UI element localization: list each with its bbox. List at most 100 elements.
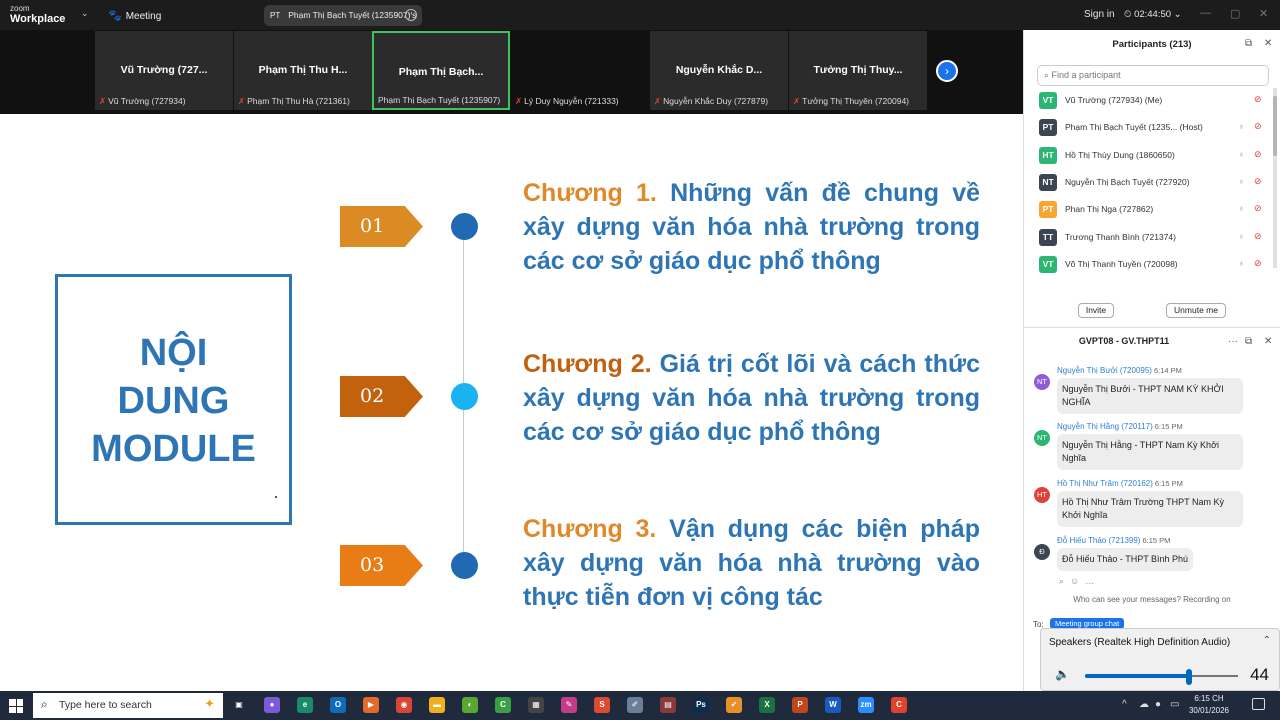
photoshop-icon[interactable]: Ps	[693, 697, 709, 713]
powerpoint-icon[interactable]: P	[792, 697, 808, 713]
more-icon[interactable]: …	[1085, 576, 1100, 586]
close-icon[interactable]: ✕	[1259, 7, 1268, 20]
video-tile[interactable]: Phạm Thị Bạch... Phạm Thị Bạch Tuyết (123…	[372, 31, 510, 110]
speaker-icon[interactable]: 🔈	[1055, 667, 1070, 681]
next-page-button[interactable]: ›	[936, 60, 958, 82]
video-tile[interactable]: Vũ Trường (727... ✗ Vũ Trường (727934)	[95, 31, 233, 110]
participant-row[interactable]: NT Nguyễn Thị Bạch Tuyết (727920) ♁ ⊘	[1037, 173, 1277, 193]
popout-icon[interactable]: ⧉	[1245, 38, 1252, 49]
file-explorer-icon[interactable]: ▬	[429, 697, 445, 713]
volume-thumb[interactable]	[1186, 669, 1193, 685]
scrollbar-thumb[interactable]	[1273, 96, 1277, 156]
cloud-icon[interactable]: ☁	[1139, 699, 1149, 710]
invite-button[interactable]: Invite	[1078, 303, 1114, 318]
video-tile[interactable]: Phạm Thị Thu H... ✗ Phạm Thị Thu Hà (72136…	[234, 31, 372, 110]
participants-title: Participants (213)	[1112, 39, 1192, 50]
maximize-icon[interactable]: ▢	[1230, 7, 1240, 20]
microphone-icon[interactable]: ♁	[1238, 149, 1245, 159]
speaker-device-label[interactable]: Speakers (Realtek High Definition Audio)	[1049, 637, 1230, 648]
media-player-icon[interactable]: ▶	[363, 697, 379, 713]
notification-icon[interactable]	[1252, 698, 1265, 710]
volume-slider[interactable]	[1085, 669, 1238, 685]
sender-name[interactable]: Hồ Thị Như Trâm (720162)	[1057, 479, 1153, 488]
chevron-up-icon[interactable]: ⌃	[1263, 635, 1271, 646]
tile-name-label: Phạm Thị Bạch Tuyết (1235907)	[378, 95, 500, 105]
close-icon[interactable]: ✕	[1264, 336, 1272, 347]
message-actions[interactable]: ⌕☺…	[1059, 576, 1100, 587]
chevron-up-icon[interactable]: ^	[1122, 699, 1127, 710]
word-icon[interactable]: W	[825, 697, 841, 713]
sender-name[interactable]: Nguyễn Thị Bưởi (720095)	[1057, 366, 1152, 375]
video-off-icon[interactable]: ⊘	[1254, 176, 1262, 187]
video-off-icon[interactable]: ⊘	[1254, 203, 1262, 214]
taskbar-search-input[interactable]: ⌕ Type here to search ✦	[33, 693, 223, 718]
participant-row[interactable]: PT Phạm Thị Bạch Tuyết (1235... (Host) ♁ ⊘	[1037, 118, 1277, 138]
windows-start-icon[interactable]	[9, 699, 23, 713]
video-tile[interactable]: Tưởng Thị Thuy... ✗ Tưởng Thị Thuyên (7200…	[789, 31, 927, 110]
edge-icon[interactable]: e	[297, 697, 313, 713]
sticky-notes-icon[interactable]: ✔	[726, 697, 742, 713]
greenshot-icon[interactable]: ◐	[462, 697, 478, 713]
search-placeholder: Find a participant	[1051, 70, 1121, 80]
microphone-icon[interactable]: ♁	[1238, 203, 1245, 213]
video-off-icon[interactable]: ⊘	[1254, 258, 1262, 269]
muted-mic-icon[interactable]: ⊘	[1254, 94, 1262, 105]
calculator-icon[interactable]: ▦	[528, 697, 544, 713]
camtasia-red-icon[interactable]: C	[891, 697, 907, 713]
camtasia-icon[interactable]: C	[495, 697, 511, 713]
outlook-icon[interactable]: O	[330, 697, 346, 713]
microphone-icon[interactable]: ♁	[1238, 121, 1245, 131]
reply-icon[interactable]: ⌕	[1059, 576, 1070, 586]
participants-scrollbar[interactable]	[1273, 88, 1277, 268]
excel-icon[interactable]: X	[759, 697, 775, 713]
copilot-icon[interactable]: ●	[264, 697, 280, 713]
avatar: NT	[1039, 173, 1057, 191]
sign-in-link[interactable]: Sign in	[1084, 9, 1115, 20]
participant-search-input[interactable]: ⌕ Find a participant	[1037, 65, 1269, 86]
clock-date: 30/01/2026	[1188, 706, 1230, 715]
more-icon[interactable]: ···	[405, 9, 417, 21]
zoom-logo[interactable]: zoom Workplace	[10, 3, 65, 25]
video-tile[interactable]: Nguyễn Khắc D... ✗ Nguyễn Khắc Duy (727879…	[650, 31, 788, 110]
participant-row[interactable]: HT Hồ Thị Thùy Dung (1860650) ♁ ⊘	[1037, 146, 1277, 166]
avatar: PT	[1039, 201, 1057, 219]
video-off-icon[interactable]: ⊘	[1254, 121, 1262, 132]
paint-icon[interactable]: ✎	[561, 697, 577, 713]
meeting-timer[interactable]: ⏲ 02:44:50 ⌄	[1124, 9, 1182, 20]
taskbar-search-placeholder: Type here to search	[59, 699, 152, 711]
video-off-icon[interactable]: ⊘	[1254, 231, 1262, 242]
zoom-app-icon[interactable]: zm	[858, 697, 874, 713]
video-off-icon[interactable]: ⊘	[1254, 149, 1262, 160]
sender-name[interactable]: Nguyễn Thị Hằng (720117)	[1057, 422, 1153, 431]
snagit-icon[interactable]: S	[594, 697, 610, 713]
participant-row[interactable]: VT Vũ Trường (727934) (Me) ⊘	[1037, 91, 1277, 111]
participant-row[interactable]: PT Phan Thị Nga (727862) ♁ ⊘	[1037, 200, 1277, 220]
meeting-menu[interactable]: 🐾 Meeting	[108, 9, 161, 22]
minimize-icon[interactable]: —	[1200, 7, 1211, 19]
task-view-icon[interactable]: ▣	[231, 697, 247, 713]
avatar: TT	[1039, 228, 1057, 246]
microphone-icon[interactable]: ♁	[1238, 176, 1245, 186]
close-icon[interactable]: ✕	[1264, 38, 1272, 49]
emoji-icon[interactable]: ☺	[1070, 576, 1085, 586]
tile-name-label: ✗ Nguyễn Khắc Duy (727879)	[654, 96, 768, 107]
who-can-see-link[interactable]: Who can see your messages? Recording on	[1024, 595, 1280, 604]
sender-name[interactable]: Đỗ Hiếu Thảo (721399)	[1057, 536, 1140, 545]
participant-row[interactable]: VT Võ Thị Thanh Tuyền (720098) ♁ ⊘	[1037, 255, 1277, 275]
unmute-me-button[interactable]: Unmute me	[1166, 303, 1226, 318]
app-icon[interactable]: ▤	[660, 697, 676, 713]
microphone-icon[interactable]: ♁	[1238, 231, 1245, 241]
sharing-indicator[interactable]: PT Phạm Thị Bạch Tuyết (1235907)'s ···	[264, 5, 422, 26]
chrome-icon[interactable]: ◉	[396, 697, 412, 713]
more-icon[interactable]: ···	[1228, 336, 1238, 347]
notepad-icon[interactable]: ✐	[627, 697, 643, 713]
timer-icon: ⏲	[1124, 9, 1135, 20]
video-tile[interactable]: ✗ Lý Duy Nguyễn (721333)	[511, 31, 649, 110]
taskbar-clock[interactable]: 6:15 CH 30/01/2026	[1186, 693, 1232, 717]
participant-row[interactable]: TT Trương Thanh Bình (721374) ♁ ⊘	[1037, 228, 1277, 248]
microphone-icon[interactable]: ●	[1155, 699, 1161, 710]
popout-icon[interactable]: ⧉	[1245, 336, 1252, 347]
network-icon[interactable]: ▭	[1170, 699, 1179, 710]
chevron-down-icon[interactable]: ⌄	[81, 8, 89, 19]
microphone-icon[interactable]: ♁	[1238, 258, 1245, 268]
